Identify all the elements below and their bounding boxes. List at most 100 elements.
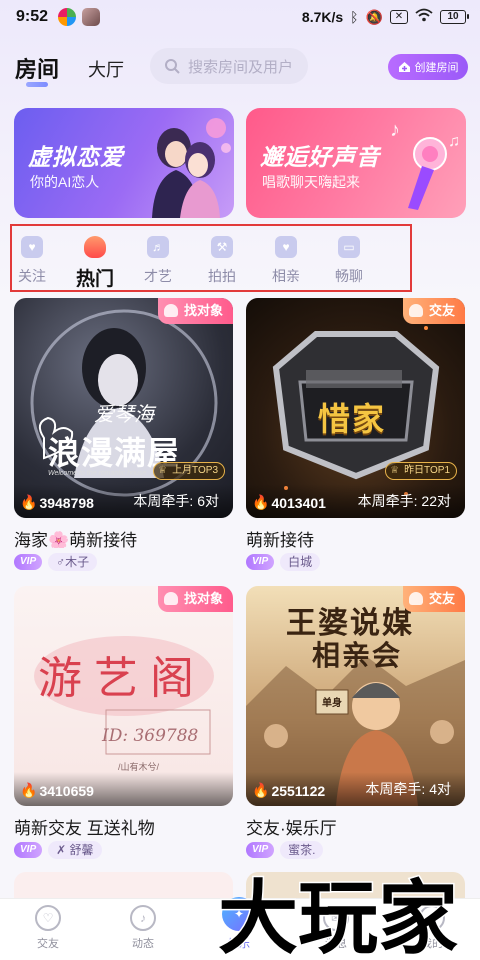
heart-circle-icon: ♡ xyxy=(35,905,61,931)
tag-heart-icon xyxy=(163,304,178,317)
room-title: 萌新接待 xyxy=(246,531,314,548)
battery-level: 10 xyxy=(447,11,459,22)
weekly-pairs: 本周牵手: 22对 xyxy=(357,493,451,509)
room-tag-label: 找对象 xyxy=(183,303,223,318)
cover-subtext: Welcome to the romantic house xyxy=(48,470,147,477)
category-talent[interactable]: ♬ 才艺 xyxy=(133,234,183,288)
tab-active-indicator xyxy=(26,82,48,87)
room-title: 交友·娱乐厅 xyxy=(246,819,337,836)
heat-value: 2551122 xyxy=(271,782,326,799)
category-chat[interactable]: ▭ 畅聊 xyxy=(324,234,374,288)
hearts-icon: ♥ xyxy=(275,236,297,258)
host-name: 蜜茶. xyxy=(280,841,324,859)
network-speed: 8.7K/s xyxy=(301,9,344,25)
banner-subtitle: 唱歌聊天嗨起来 xyxy=(262,174,360,190)
room-heat: 🔥 3948798 xyxy=(20,494,94,511)
room-host: VIP ✗ 舒馨 xyxy=(14,840,233,860)
cover-id-text: ID: 369788 xyxy=(102,726,199,746)
vip-badge: VIP xyxy=(14,842,43,858)
host-name: 白城 xyxy=(280,553,321,571)
category-hot[interactable]: 热门 xyxy=(70,234,120,290)
flame-icon: 🔥 xyxy=(20,494,38,510)
room-title: 萌新交友 互送礼物 xyxy=(14,819,155,836)
home-plus-icon xyxy=(398,62,410,72)
room-card-partial[interactable] xyxy=(14,872,233,898)
bluetooth-icon: ᛒ xyxy=(350,9,359,25)
tab-hall[interactable]: 大厅 xyxy=(88,56,124,82)
room-card[interactable]: 惜家 交友 昨日TOP1 🔥4013401 本周牵手: 22对 萌新接待 VIP… xyxy=(246,298,465,572)
room-tag-label: 交友 xyxy=(428,303,455,318)
status-time: 9:52 xyxy=(16,8,49,25)
cover-title-text: 惜家 xyxy=(318,401,387,437)
room-title: 海家🌸萌新接待 xyxy=(14,531,138,548)
room-cover: 爱琴海 浪漫满屋 Welcome to the romantic house 找… xyxy=(14,298,233,518)
avatar-notification-icon xyxy=(82,8,100,26)
cover-title-text: 游艺阁 xyxy=(38,653,206,704)
create-room-label: 创建房间 xyxy=(414,62,459,74)
tab-rooms[interactable]: 房间 xyxy=(15,52,59,84)
flame-icon: 🔥 xyxy=(252,494,270,510)
category-auction[interactable]: ⚒ 拍拍 xyxy=(197,234,247,288)
room-heat: 🔥 2551122 xyxy=(252,782,325,799)
banner-virtual-love[interactable]: 虚拟恋爱 你的AI恋人 xyxy=(14,108,234,218)
heat-value: 3410659 xyxy=(39,782,94,799)
category-label: 相亲 xyxy=(272,268,300,284)
room-heat: 🔥 3410659 xyxy=(20,782,94,799)
category-follow[interactable]: ♥ 关注 xyxy=(7,234,57,288)
mute-icon: 🔕 xyxy=(365,9,383,25)
room-tag: 交友 xyxy=(402,298,465,324)
create-room-button[interactable]: 创建房间 xyxy=(388,54,468,80)
app-notification-icon xyxy=(58,8,76,26)
svg-text:♫: ♫ xyxy=(448,133,460,150)
status-bar: 9:52 8.7K/s ᛒ 🔕 ✕ 10 xyxy=(0,0,480,34)
status-indicators: 8.7K/s ᛒ 🔕 ✕ 10 xyxy=(301,8,469,26)
flame-icon: 🔥 xyxy=(20,782,38,798)
room-host: VIP 蜜茶. xyxy=(246,840,465,860)
vip-badge: VIP xyxy=(14,554,43,570)
category-dating[interactable]: ♥ 相亲 xyxy=(261,234,311,288)
tag-heart-icon xyxy=(408,304,423,317)
weekly-pairs: 本周牵手: 4对 xyxy=(365,781,451,797)
battery-icon: 10 xyxy=(440,10,469,24)
search-input[interactable]: 搜索房间及用户 xyxy=(150,48,308,84)
room-card[interactable]: 游艺阁 ID: 369788 /山有木兮/ 找对象 🔥 3410659 萌新交友 … xyxy=(14,586,233,860)
room-card[interactable]: 王婆说媒 相亲会 单身 交友 🔥 2551122 本周牵手: 4对 交友·娱乐厅 … xyxy=(246,586,465,860)
couple-illustration xyxy=(152,118,231,218)
vip-badge: VIP xyxy=(246,842,275,858)
nav-moments[interactable]: ♪ 动态 xyxy=(113,905,173,951)
room-cover: 惜家 交友 昨日TOP1 🔥4013401 本周牵手: 22对 xyxy=(246,298,465,518)
room-tag-label: 交友 xyxy=(428,591,455,606)
category-label: 拍拍 xyxy=(208,268,236,284)
flame-icon xyxy=(84,236,106,258)
host-name: ♂木子 xyxy=(48,553,98,571)
category-label: 热门 xyxy=(75,269,114,290)
microphone-illustration: ♪ ♫ xyxy=(390,119,460,210)
vip-badge: VIP xyxy=(246,554,275,570)
wifi-icon xyxy=(415,8,433,26)
room-heat: 🔥 4013401 xyxy=(252,494,326,511)
room-host: VIP 白城 xyxy=(246,552,465,572)
watermark-text: 大玩家 xyxy=(218,872,458,960)
nav-make-friends[interactable]: ♡ 交友 xyxy=(18,905,78,951)
room-tag: 找对象 xyxy=(157,586,233,612)
room-cover: 王婆说媒 相亲会 单身 交友 🔥 2551122 本周牵手: 4对 xyxy=(246,586,465,806)
category-label: 才艺 xyxy=(144,268,172,284)
heart-icon: ♥ xyxy=(21,236,43,258)
search-placeholder: 搜索房间及用户 xyxy=(188,58,294,76)
room-tag: 找对象 xyxy=(157,298,233,324)
room-tag: 交友 xyxy=(402,586,465,612)
music-note-icon: ♪ xyxy=(130,905,156,931)
banner-good-voice[interactable]: 邂逅好声音 唱歌聊天嗨起来 ♪ ♫ xyxy=(246,108,466,218)
sim-off-icon: ✕ xyxy=(390,10,408,24)
tag-heart-icon xyxy=(408,592,423,605)
room-card[interactable]: 爱琴海 浪漫满屋 Welcome to the romantic house 找… xyxy=(14,298,233,572)
gavel-icon: ⚒ xyxy=(211,236,233,258)
watermark-logo: 大玩家 xyxy=(217,871,460,960)
host-name: ✗ 舒馨 xyxy=(48,841,102,859)
svg-text:♪: ♪ xyxy=(390,119,400,141)
banner-title: 虚拟恋爱 xyxy=(28,144,124,170)
cover-sign-text: 单身 xyxy=(322,698,342,709)
room-cover: 游艺阁 ID: 369788 /山有木兮/ 找对象 🔥 3410659 xyxy=(14,586,233,806)
flame-icon: 🔥 xyxy=(252,782,270,798)
room-tag-label: 找对象 xyxy=(183,591,223,606)
